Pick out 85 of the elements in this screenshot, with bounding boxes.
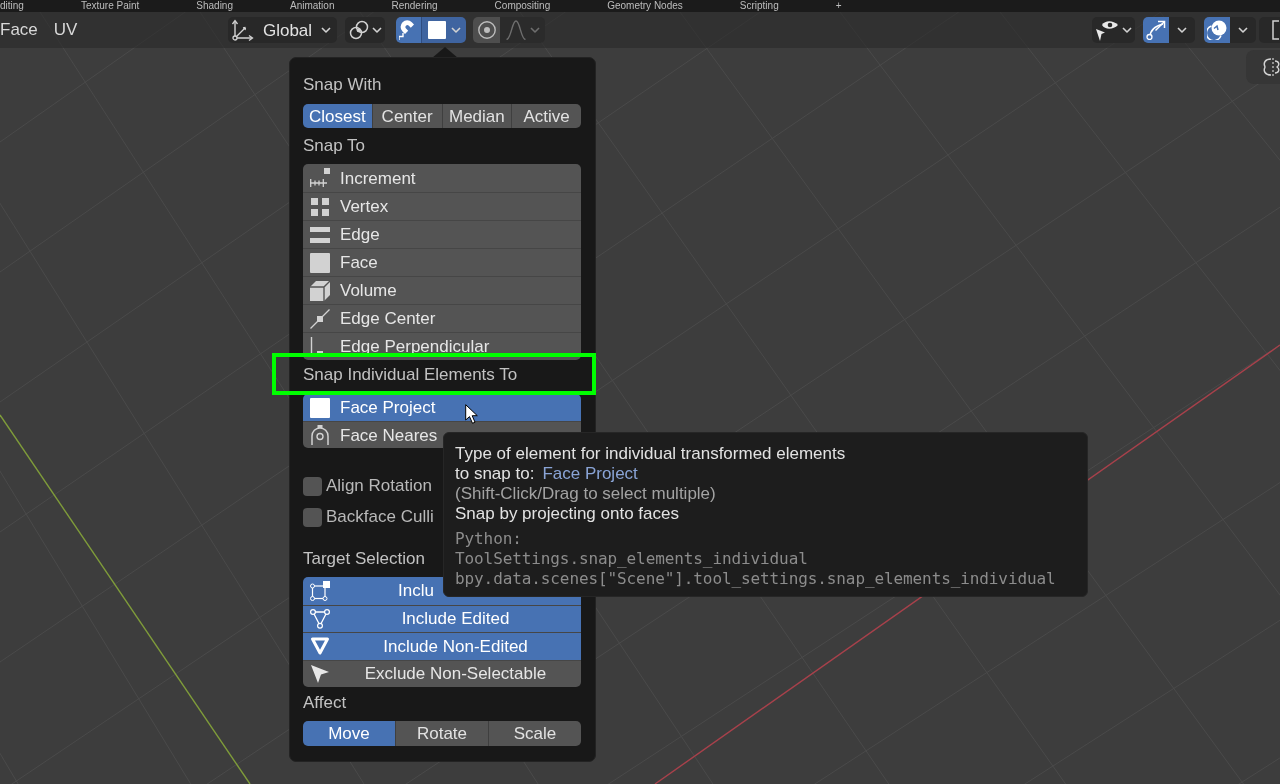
gizmo-dropdown[interactable] [1169,17,1195,43]
box-vertices-icon [310,580,330,601]
target-option[interactable]: Include Edited [303,604,581,632]
cursor-arrow-icon [310,663,330,684]
snap-to-option[interactable]: Edge Center [303,304,581,332]
affect-option[interactable]: Move [303,721,395,746]
mouse-pointer-icon [465,404,478,424]
section-label: Snap With [303,75,382,95]
chevron-down-icon [1238,27,1248,33]
bell-curve-icon [505,20,526,40]
chevron-down-icon [1121,27,1132,33]
vertex-dots-icon [310,196,330,217]
overlays-toggle[interactable] [1204,17,1230,43]
workspace-tab[interactable]: Geometry Nodes [607,0,683,12]
proportional-editing-toggle[interactable] [473,17,500,43]
linked-circles-icon [348,20,369,40]
cube-icon [310,280,330,301]
eye-cursor-icon [1095,19,1118,41]
workspace-tab[interactable]: Rendering [391,0,438,12]
workspace-tab[interactable]: + [835,0,842,12]
workspace-tab[interactable]: Shading [196,0,233,12]
chevron-down-icon [450,27,461,33]
triangle-icon [310,636,330,657]
section-label: Snap Individual Elements To [303,365,518,385]
snap-with-option[interactable]: Center [371,104,442,128]
triangle-vertices-icon [310,608,330,629]
python-path: Python: [455,529,522,549]
chevron-down-icon [321,27,331,33]
workspace-tab[interactable]: Scripting [739,0,779,12]
target-option[interactable]: Exclude Non-Selectable [303,659,581,687]
ruler-icon [310,168,330,188]
menu-item[interactable]: UV [53,20,78,40]
overlapping-circles-icon [1207,20,1227,40]
snap-to-option[interactable]: Face [303,248,581,276]
tooltip-label: to snap to: [455,464,535,484]
chevron-down-icon [371,27,382,33]
snap-to-option[interactable]: Volume [303,276,581,304]
section-label: Target Selection [303,549,425,569]
square-icon [310,252,330,273]
gizmo-toggle[interactable] [1143,17,1169,43]
workspace-tab[interactable]: Compositing [494,0,551,12]
checkbox-label: Align Rotation [326,476,432,496]
edge-lines-icon [310,224,330,245]
menu-item[interactable]: Face [0,20,38,40]
snap-with-option[interactable]: Closest [303,104,372,128]
dashed-outline-icon [1262,57,1280,77]
axes-icon [232,19,254,41]
xray-toggle[interactable] [1259,17,1280,43]
view-tool-button[interactable] [1246,50,1280,84]
snap-toggle[interactable] [396,17,421,43]
python-path: ToolSettings.snap_elements_individual [455,549,808,569]
overlays-dropdown[interactable] [1230,17,1256,43]
checkbox[interactable] [303,507,322,527]
tooltip-text: Snap by projecting onto faces [455,504,679,524]
tooltip-hint: (Shift-Click/Drag to select multiple) [455,484,716,504]
snap-to-option[interactable]: Vertex [303,192,581,220]
workspace-tab[interactable]: diting [0,0,24,12]
workspace-tab[interactable]: Texture Paint [80,0,140,12]
selectability-dropdown[interactable] [1092,17,1135,43]
snap-element-option[interactable]: Face Project [303,394,581,421]
checkbox[interactable] [303,476,322,496]
square-icon [427,21,446,39]
tooltip-value: Face Project [542,464,638,484]
snap-with-option[interactable]: Median [441,104,512,128]
section-label: Snap To [303,136,366,156]
orientation-dropdown[interactable]: Global [228,17,337,43]
frame-corner-icon [1272,20,1280,40]
workspace-tab[interactable]: Animation [290,0,335,12]
snap-to-option[interactable]: Edge [303,220,581,248]
snap-to-option[interactable]: Increment [303,164,581,192]
ring-dot-icon [477,21,496,39]
chevron-down-icon [529,27,540,33]
affect-option[interactable]: Rotate [395,721,488,746]
square-icon [310,397,330,418]
snap-target-dropdown[interactable] [421,17,466,43]
snap-with-option[interactable]: Active [511,104,581,128]
edge-midpoint-icon [310,308,330,329]
target-option[interactable]: Include Non-Edited [303,632,581,660]
section-label: Affect [303,693,347,713]
curve-arrow-icon [1146,20,1166,40]
arch-icon [310,425,330,445]
chevron-down-icon [1177,27,1187,33]
checkbox-label: Backface Culli [326,507,434,527]
pivot-dropdown[interactable] [345,17,385,43]
affect-option[interactable]: Scale [488,721,581,746]
